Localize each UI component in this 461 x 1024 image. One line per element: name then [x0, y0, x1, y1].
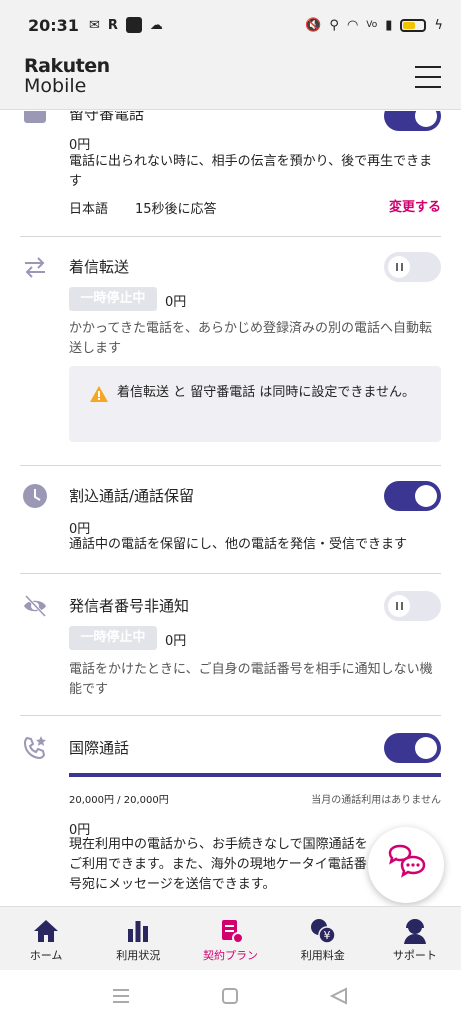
bar-chart-icon — [128, 921, 149, 942]
app-icon — [125, 17, 142, 33]
voicemail-title: 留守番電話 — [69, 111, 145, 123]
contract-icon — [221, 920, 244, 944]
divider — [20, 465, 441, 466]
nav-usage[interactable]: 利用状況 — [92, 907, 184, 970]
voicemail-description: 電話に出られない時に、相手の伝言を預かり、後で再生できます — [69, 154, 433, 189]
eye-slash-icon — [24, 594, 47, 618]
mail-icon: ✉ — [88, 17, 100, 33]
svg-text:¥: ¥ — [323, 929, 330, 942]
nav-billing[interactable]: ¥ 利用料金 — [277, 907, 369, 970]
charging-icon: ϟ — [434, 17, 443, 33]
caller-id-title: 発信者番号非通知 — [69, 597, 190, 615]
caller-id-toggle[interactable] — [384, 591, 441, 621]
call-forwarding-description: かかってきた電話を、あらかじめ登録済みの別の電話へ自動転送します — [69, 321, 432, 356]
international-call-toggle[interactable] — [384, 733, 441, 763]
call-waiting-title: 割込通話/通話保留 — [69, 487, 195, 505]
status-time: 20:31 — [28, 15, 79, 35]
options-list: 留守番電話 0円 電話に出られない時に、相手の伝言を預かり、後で再生できます 日… — [0, 111, 461, 906]
voicemail-icon — [24, 111, 46, 123]
international-call-title: 国際通話 — [69, 739, 130, 757]
bottom-navigation: ホーム 利用状況 契約プラン ¥ 利用料金 サポート — [0, 906, 461, 970]
call-forwarding-warning-text: 着信転送 と 留守番電話 は同時に設定できません。 — [117, 385, 416, 400]
volte-icon: Vo — [366, 20, 378, 30]
caller-id-description: 電話をかけたときに、ご自身の電話番号を相手に通知しない機能です — [69, 662, 433, 697]
home-icon — [34, 920, 59, 942]
nav-contract-plan[interactable]: 契約プラン — [184, 907, 276, 970]
call-forwarding-warning-box: 着信転送 と 留守番電話 は同時に設定できません。 — [69, 366, 441, 442]
location-icon: ⚲ — [329, 17, 339, 33]
usage-bar-fill — [69, 773, 441, 777]
mute-icon: 🔇 — [305, 17, 322, 33]
caller-id-paused-badge: 一時停止中 — [69, 626, 157, 650]
phone-star-icon — [23, 736, 46, 760]
chat-bubbles-icon — [388, 844, 426, 878]
call-waiting-description: 通話中の電話を保留にし、他の電話を発信・受信できます — [69, 537, 408, 552]
rakuten-logo[interactable]: Rakuten Mobile — [24, 56, 110, 96]
chat-button[interactable] — [368, 827, 444, 903]
voicemail-change-link[interactable]: 変更する — [389, 196, 441, 215]
r-icon: R — [107, 17, 118, 33]
wifi-icon: ◠ — [346, 17, 359, 33]
app-header: Rakuten Mobile — [0, 50, 461, 110]
warning-icon — [90, 386, 108, 402]
recents-icon[interactable] — [113, 989, 129, 1003]
clock-icon — [23, 484, 47, 508]
nav-home[interactable]: ホーム — [0, 907, 92, 970]
back-icon[interactable] — [329, 987, 347, 1005]
signal-icon: ▮ — [385, 17, 393, 33]
divider — [20, 715, 441, 716]
voicemail-language: 日本語 — [69, 202, 109, 217]
hamburger-menu-button[interactable] — [415, 66, 441, 90]
nav-support[interactable]: サポート — [369, 907, 461, 970]
battery-icon — [400, 18, 427, 32]
home-system-icon[interactable] — [222, 988, 238, 1004]
yen-icon: ¥ — [310, 919, 336, 944]
divider — [20, 573, 441, 574]
system-navigation-bar — [0, 970, 461, 1024]
call-forwarding-toggle[interactable] — [384, 252, 441, 282]
cloud-icon: ☁ — [149, 17, 163, 33]
caller-id-price: 0円 — [165, 634, 187, 649]
call-forwarding-title: 着信転送 — [69, 258, 130, 276]
voicemail-answer-delay: 15秒後に応答 — [135, 202, 217, 217]
voicemail-toggle[interactable] — [384, 111, 441, 131]
support-icon — [403, 919, 426, 944]
international-call-usage-status: 当月の通話利用はありません — [311, 795, 441, 806]
international-call-description: 現在利用中の電話から、お手続きなしで国際通話をご利用できます。また、海外の現地ケ… — [69, 837, 368, 892]
call-forwarding-paused-badge: 一時停止中 — [69, 287, 157, 311]
transfer-arrows-icon — [25, 257, 45, 278]
international-call-limit: 20,000円 / 20,000円 — [69, 795, 169, 806]
international-call-usage-bar — [69, 773, 441, 777]
call-forwarding-price: 0円 — [165, 295, 187, 310]
divider — [20, 236, 441, 237]
call-waiting-toggle[interactable] — [384, 481, 441, 511]
voicemail-price: 0円 — [69, 138, 91, 153]
status-bar: 20:31 ✉ R ☁ 🔇 ⚲ ◠ Vo ▮ ϟ — [0, 0, 461, 50]
